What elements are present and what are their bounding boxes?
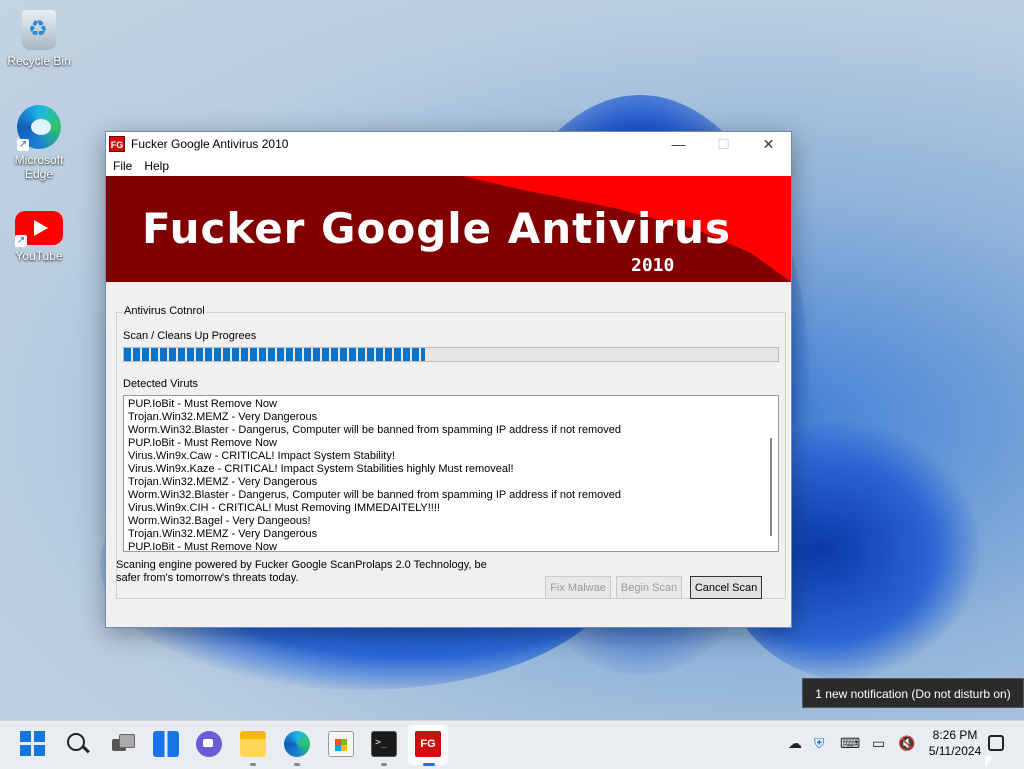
window-title: Fucker Google Antivirus 2010 bbox=[131, 137, 289, 151]
antivirus-control-group: Antivirus Cotnrol Scan / Cleans Up Progr… bbox=[116, 305, 786, 599]
detected-virus-list[interactable]: PUP.IoBit - Must Remove Now Trojan.Win32.… bbox=[123, 395, 779, 552]
edge-icon: ↗ bbox=[17, 105, 61, 151]
file-explorer-icon[interactable] bbox=[240, 731, 266, 757]
taskbar: >_ FG ☁ ⛨ ⌨ ▭ 🔇 8:26 PM 5/11/2024 bbox=[0, 720, 1024, 769]
banner-title: Fucker Google Antivirus bbox=[142, 204, 732, 253]
desktop-icon-label: YouTube bbox=[15, 249, 63, 263]
detected-label: Detected Viruts bbox=[123, 378, 199, 390]
open-indicator bbox=[381, 763, 387, 766]
clock-date: 5/11/2024 bbox=[928, 744, 982, 758]
desktop-icon-youtube[interactable]: ↗ YouTube bbox=[6, 205, 72, 263]
banner: Fucker Google Antivirus 2010 bbox=[106, 176, 791, 282]
begin-scan-button[interactable]: Begin Scan bbox=[616, 576, 682, 599]
close-button[interactable]: ✕ bbox=[746, 132, 791, 156]
list-scrollbar[interactable] bbox=[764, 396, 778, 551]
engine-info-line: Scaning engine powered by Fucker Google … bbox=[116, 559, 487, 571]
edge-taskbar-icon[interactable] bbox=[284, 731, 310, 757]
detected-virus-items: PUP.IoBit - Must Remove Now Trojan.Win32.… bbox=[128, 398, 762, 551]
notification-bell-icon[interactable] bbox=[988, 735, 1004, 751]
keyboard-icon[interactable]: ⌨ bbox=[840, 735, 860, 752]
terminal-icon[interactable]: >_ bbox=[371, 731, 397, 757]
app-icon[interactable]: FG bbox=[109, 136, 125, 152]
title-bar[interactable]: FG Fucker Google Antivirus 2010 — ☐ ✕ bbox=[106, 132, 791, 156]
chat-icon[interactable] bbox=[196, 731, 222, 757]
virus-list-item[interactable]: PUP.IoBit - Must Remove Now bbox=[128, 437, 762, 450]
widgets-icon[interactable] bbox=[153, 731, 179, 757]
maximize-button[interactable]: ☐ bbox=[701, 132, 746, 156]
task-view-icon[interactable] bbox=[110, 731, 136, 757]
group-label: Antivirus Cotnrol bbox=[123, 305, 206, 317]
mouse-cursor-icon bbox=[985, 756, 993, 768]
virus-list-item[interactable]: PUP.IoBit - Must Remove Now bbox=[128, 398, 762, 411]
virus-list-item[interactable]: Virus.Win9x.Kaze - CRITICAL! Impact Syst… bbox=[128, 463, 762, 476]
desktop-icon-label: Recycle Bin bbox=[7, 54, 71, 68]
virus-list-item[interactable]: Trojan.Win32.MEMZ - Very Dangerous bbox=[128, 476, 762, 489]
virus-list-item[interactable]: Virus.Win9x.Caw - CRITICAL! Impact Syste… bbox=[128, 450, 762, 463]
virus-list-item[interactable]: Worm.Win32.Blaster - Dangerus, Computer … bbox=[128, 489, 762, 502]
desktop-icon-label: Microsoft Edge bbox=[14, 153, 64, 181]
antivirus-taskbar-icon[interactable]: FG bbox=[415, 731, 441, 757]
search-icon[interactable] bbox=[65, 731, 91, 757]
cancel-scan-button[interactable]: Cancel Scan bbox=[690, 576, 762, 599]
virus-list-item[interactable]: PUP.IoBit - Must Remove Now bbox=[128, 541, 762, 551]
system-clock[interactable]: 8:26 PM 5/11/2024 bbox=[920, 727, 990, 759]
menu-file[interactable]: File bbox=[107, 159, 138, 173]
engine-info-text: Scaning engine powered by Fucker Google … bbox=[116, 559, 496, 585]
virus-list-item[interactable]: Trojan.Win32.MEMZ - Very Dangerous bbox=[128, 411, 762, 424]
scrollbar-thumb[interactable] bbox=[770, 438, 772, 536]
notification-toast[interactable]: 1 new notification (Do not disturb on) bbox=[802, 678, 1024, 708]
start-icon[interactable] bbox=[20, 731, 46, 757]
virus-list-item[interactable]: Trojan.Win32.MEMZ - Very Dangerous bbox=[128, 528, 762, 541]
youtube-icon: ↗ bbox=[15, 211, 63, 247]
shortcut-arrow-icon: ↗ bbox=[15, 235, 27, 247]
shortcut-arrow-icon: ↗ bbox=[17, 139, 29, 151]
antivirus-window: FG Fucker Google Antivirus 2010 — ☐ ✕ Fi… bbox=[105, 131, 792, 628]
desktop-icon-microsoft-edge[interactable]: ↗ Microsoft Edge bbox=[6, 105, 72, 181]
clock-time: 8:26 PM bbox=[932, 728, 978, 742]
banner-year: 2010 bbox=[631, 255, 675, 276]
virus-list-item[interactable]: Virus.Win9x.CIH - CRITICAL! Must Removin… bbox=[128, 502, 762, 515]
network-icon[interactable]: ▭ bbox=[872, 735, 885, 752]
engine-info-line: safer from's tomorrow's threats today. bbox=[116, 572, 299, 584]
open-indicator bbox=[250, 763, 256, 766]
scan-progress-bar bbox=[123, 347, 779, 362]
virus-list-item[interactable]: Worm.Win32.Bagel - Very Dangeous! bbox=[128, 515, 762, 528]
fix-malware-button[interactable]: Fix Malwae bbox=[545, 576, 611, 599]
desktop-icon-recycle-bin[interactable]: Recycle Bin bbox=[6, 10, 72, 68]
menu-bar: File Help bbox=[106, 156, 791, 176]
active-indicator bbox=[423, 763, 435, 766]
store-icon[interactable] bbox=[328, 731, 354, 757]
volume-muted-icon[interactable]: 🔇 bbox=[898, 735, 915, 752]
scan-progress-label: Scan / Cleans Up Progrees bbox=[123, 330, 257, 342]
menu-help[interactable]: Help bbox=[138, 159, 175, 173]
virus-list-item[interactable]: Worm.Win32.Blaster - Dangerus, Computer … bbox=[128, 424, 762, 437]
minimize-button[interactable]: — bbox=[656, 132, 701, 156]
defender-icon[interactable]: ⛨ bbox=[814, 735, 825, 752]
open-indicator bbox=[294, 763, 300, 766]
recycle-bin-icon bbox=[22, 10, 56, 50]
cloud-offline-icon[interactable]: ☁ bbox=[788, 735, 802, 752]
scan-progress-fill bbox=[124, 348, 425, 361]
